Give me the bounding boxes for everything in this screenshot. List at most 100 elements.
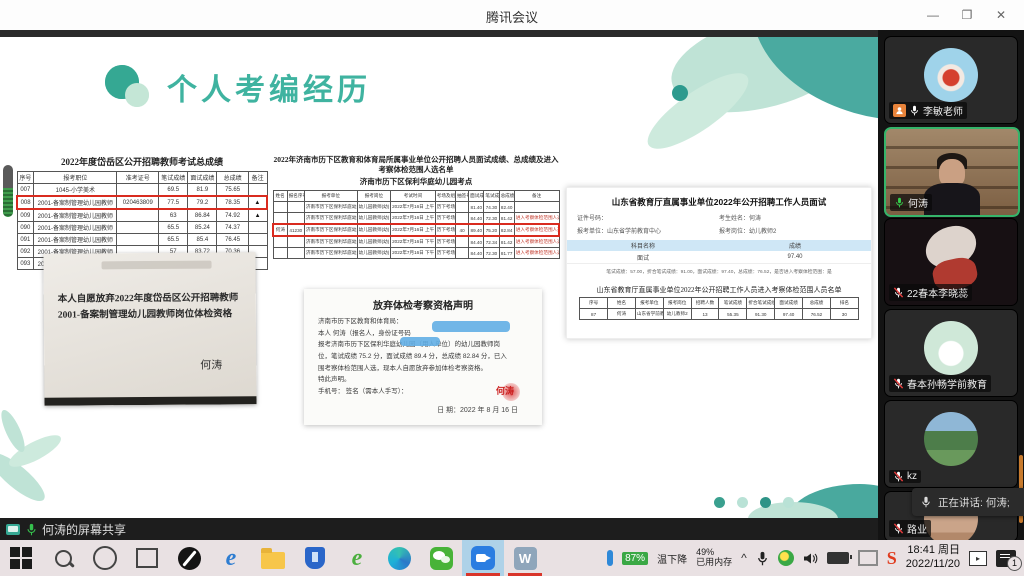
cortana-button[interactable] [84,540,126,576]
column-header: 抽签号 [456,191,469,202]
score-table-lixia: 2022年济南市历下区教育和体育局所属事业单位公开招聘人员面试成绩、总成绩及进入… [272,155,560,259]
speaking-toast: 正在讲话: 何涛; [912,488,1024,516]
participant-tile[interactable]: 李敏老师 [884,36,1018,124]
participant-tile[interactable]: 春本孙畅学前教育 [884,309,1018,397]
table-row: 0082001-备案制管理幼儿园教师02046380977.579.278.35… [17,196,267,209]
share-bar-label: 何涛的屏幕共享 [42,521,126,538]
mic-on-icon [25,523,38,536]
notification-center-icon[interactable]: 1 [996,550,1016,567]
maximize-button[interactable]: ❐ [950,8,984,22]
participants-sidebar: 李敏老师 何涛 [878,30,1024,540]
column-header: 报考职位 [34,172,117,184]
title-bullet-circles [105,65,149,109]
taskbar-search-button[interactable] [42,540,84,576]
notification-badge: 1 [1007,556,1022,571]
leaf-decoration [0,407,29,455]
sidebar-widget[interactable] [3,165,13,217]
list-title: 山东省教育厅直属事业单位2022年公开招聘工作人员进入考察体检范围人员名单 [571,285,867,295]
wechat-button[interactable] [420,540,462,576]
participant-name: 路业 [907,521,927,536]
task-view-button[interactable] [126,540,168,576]
participant-tile[interactable]: 22春本李晓蕊 [884,218,1018,306]
column-header: 姓名 [273,191,287,202]
file-explorer-button[interactable] [252,540,294,576]
avatar [924,48,978,102]
field-unit-label: 报考单位： [577,229,607,235]
pagination-dot[interactable] [760,497,771,508]
table-row: 济南市历下区保利华庭幼儿园幼儿园教师(幼)2022年7月16日 下午历下考场84… [273,236,559,248]
waiver-signature: 何涛 [200,356,222,372]
green-e-icon: e [352,545,363,572]
volume-icon[interactable] [803,552,818,565]
tencent-meeting-button[interactable] [462,540,504,576]
shield-icon [305,547,325,569]
declaration-title: 放弃体检考察资格声明 [304,297,542,312]
mic-icon [920,496,932,508]
pagination-dot[interactable] [737,497,748,508]
waiver-letter-photo: 本人自愿放弃2022年度岱岳区公开招聘教师2001-备案制管理幼儿园教师岗位体检… [43,252,256,405]
avatar [924,412,978,466]
mic-on-icon [909,105,920,116]
memory-widget[interactable]: 49% 已用内存 [696,548,732,568]
table-title: 2022年济南市历下区教育和体育局所属事业单位公开招聘人员面试成绩、总成绩及进入… [272,155,560,175]
column-header: 总成绩 [217,172,248,184]
wechat-icon [430,547,453,570]
participant-tile[interactable]: kz [884,400,1018,488]
battery-icon[interactable] [827,552,849,564]
tencent-meeting-icon [471,546,495,570]
edge-button[interactable] [378,540,420,576]
mic-muted-icon [893,287,904,298]
slide-pagination[interactable] [714,497,794,508]
pagination-dot[interactable] [714,497,725,508]
ie-icon: e [226,545,237,572]
mic-muted-icon [893,378,904,389]
field-name-label: 考生姓名： [719,216,749,222]
declaration-line: 位，笔试成绩 75.2 分，面试成绩 89.4 分，总成绩 82.84 分，已入 [318,351,528,363]
close-button[interactable]: ✕ [984,8,1018,22]
green-browser-button[interactable]: e [336,540,378,576]
participant-name: 22春本李晓蕊 [907,285,968,300]
column-header: 面试成绩 [775,298,803,309]
participant-tile[interactable]: 何涛 [884,127,1020,217]
column-header: 报名序号 [287,191,304,202]
tray-mic-icon[interactable] [756,551,769,566]
column-header: 笔试成绩 [719,298,747,309]
participant-name: 何涛 [908,195,928,210]
column-header: 备注 [248,172,267,184]
taskbar-clock[interactable]: 18:41 周日 2022/11/20 [906,544,960,572]
score-subject: 面试 [567,253,719,262]
temp-badge[interactable]: 87% [622,552,648,565]
pagination-dot[interactable] [783,497,794,508]
antivirus-tray-icon[interactable] [778,550,794,566]
clock-date: 2022/11/20 [906,558,960,572]
column-header: 准考证号 [117,172,159,184]
participant-name: 春本孙畅学前教育 [907,376,987,391]
task-view-icon [136,548,158,568]
column-header: 考试时间 [391,191,436,202]
security-app-button[interactable] [294,540,336,576]
declaration-date: 日 期：2022 年 8 月 16 日 [437,405,518,415]
wps-button[interactable]: W [504,540,546,576]
window-title: 腾讯会议 [0,7,1024,26]
field-name-value: 何涛 [749,216,761,222]
minimize-button[interactable]: — [916,8,950,22]
pinwheel-app-button[interactable] [168,540,210,576]
table-row: 87何涛山东省学前教育中心幼儿教师21355.3591.3097.4076.52… [580,309,859,320]
speaking-toast-text: 正在讲话: 何涛; [938,495,1010,510]
column-header: 折合笔试成绩 [747,298,775,309]
folder-icon [261,552,285,569]
table-row: 济南市历下区保利华庭幼儿园幼儿园教师(幼)2022年7月16日 上午历下考场84… [273,213,559,225]
input-method-icon[interactable]: S [887,548,897,569]
table-row: 济南市历下区保利华庭幼儿园幼儿园教师(幼)2022年7月16日 下午历下考场84… [273,248,559,259]
column-header: 招聘人数 [691,298,719,309]
mic-active-icon [894,197,905,208]
display-tray-icon[interactable] [858,550,878,566]
internet-explorer-button[interactable]: e [210,540,252,576]
touch-keyboard-icon[interactable]: ▸ [969,551,987,566]
cortana-icon [93,546,117,570]
column-header: 笔试成绩 [484,191,499,202]
video-person [924,183,980,217]
start-button[interactable] [0,540,42,576]
blurred-header [102,261,212,270]
hidden-icons-chevron[interactable]: ^ [741,551,747,565]
